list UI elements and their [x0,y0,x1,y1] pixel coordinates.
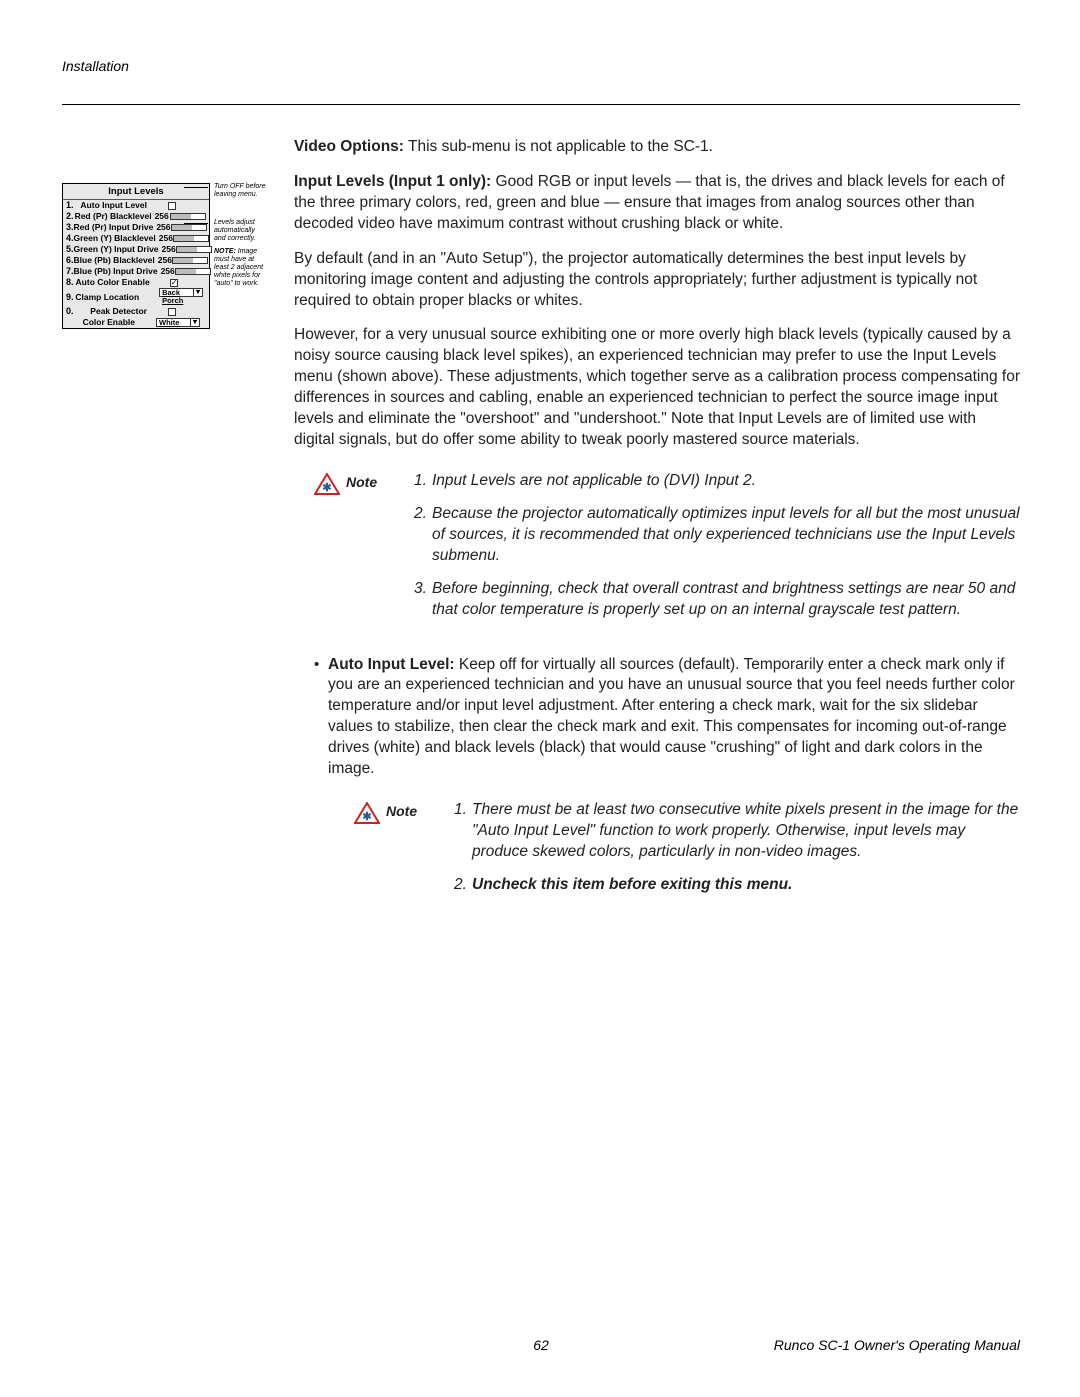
menu-row: 0.Peak Detector [63,306,209,317]
menu-row: 2.Red (Pr) Blacklevel256 [63,211,209,222]
note-label: Note [386,802,417,821]
input-levels-menu: Input Levels 1.Auto Input Level2.Red (Pr… [62,183,210,329]
input-levels-para: Input Levels (Input 1 only): Good RGB or… [294,172,1020,235]
menu-row: 7.Blue (Pb) Input Drive256 [63,266,209,277]
checkbox[interactable] [168,202,176,210]
section-header: Installation [62,58,129,74]
divider [62,104,1020,105]
page-footer: 62 Runco SC-1 Owner's Operating Manual [62,1337,1020,1353]
menu-row: 8.Auto Color Enable [63,277,209,288]
slider[interactable] [173,235,209,242]
note-label: Note [346,473,377,492]
dropdown[interactable]: White [156,318,200,327]
menu-row: 1.Auto Input Level [63,200,209,211]
note1-item3: Before beginning, check that overall con… [432,579,1020,621]
however-para: However, for a very unusual source exhib… [294,325,1020,451]
note1-item1: Input Levels are not applicable to (DVI)… [432,471,756,492]
checkbox[interactable] [168,308,176,316]
svg-text:✱: ✱ [322,482,331,494]
menu-row: Color EnableWhite [63,317,209,328]
video-options-para: Video Options: This sub-menu is not appl… [294,137,1020,158]
menu-annotations: Turn OFF before leaving menu. Levels adj… [210,183,266,313]
slider[interactable] [170,213,206,220]
menu-row: 4.Green (Y) Blacklevel256 [63,233,209,244]
menu-row: 9.Clamp LocationBack Porch [63,288,209,306]
default-para: By default (and in an "Auto Setup"), the… [294,249,1020,312]
note-block-2: ✱ Note 1.There must be at least two cons… [354,800,1020,908]
page-number: 62 [62,1337,1020,1353]
note-block-1: ✱ Note 1.Input Levels are not applicable… [314,471,1020,633]
svg-text:✱: ✱ [362,811,371,823]
warning-triangle-icon: ✱ [314,473,340,495]
warning-triangle-icon: ✱ [354,802,380,824]
slider[interactable] [172,257,208,264]
dropdown[interactable]: Back Porch [159,288,203,297]
slider[interactable] [176,246,212,253]
menu-row: 6.Blue (Pb) Blacklevel256 [63,255,209,266]
checkbox[interactable] [170,279,178,287]
note1-item2: Because the projector automatically opti… [432,504,1020,567]
menu-row: 5.Green (Y) Input Drive256 [63,244,209,255]
note2-item2: Uncheck this item before exiting this me… [472,875,792,896]
slider[interactable] [171,224,207,231]
slider[interactable] [175,268,211,275]
note2-item1: There must be at least two consecutive w… [472,800,1020,863]
auto-input-level-bullet: • Auto Input Level: Keep off for virtual… [314,655,1020,781]
